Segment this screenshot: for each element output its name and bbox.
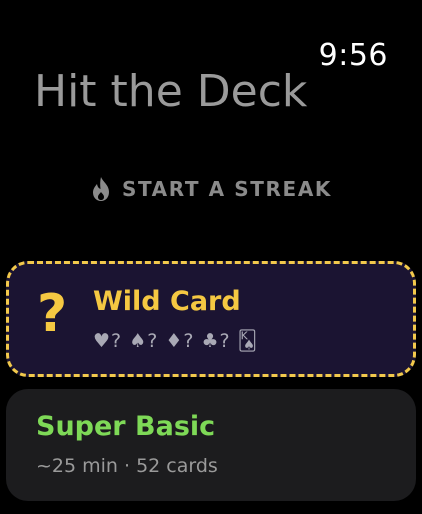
- deck-title: Super Basic: [36, 411, 216, 442]
- status-time: 9:56: [318, 38, 388, 73]
- page-title: Hit the Deck: [34, 66, 308, 117]
- deck-subtitle: ♥? ♠? ♦? ♣? 🂮: [93, 330, 259, 352]
- deck-super-basic[interactable]: Super Basic ~25 min · 52 cards: [6, 389, 416, 501]
- start-streak-label: START A STREAK: [121, 177, 332, 201]
- question-mark-icon: ?: [37, 284, 68, 344]
- deck-wild-card[interactable]: ? Wild Card ♥? ♠? ♦? ♣? 🂮: [6, 261, 416, 377]
- start-streak-button[interactable]: START A STREAK: [0, 176, 422, 202]
- flame-icon: [92, 177, 109, 201]
- deck-title: Wild Card: [93, 286, 241, 317]
- deck-subtitle: ~25 min · 52 cards: [36, 455, 218, 477]
